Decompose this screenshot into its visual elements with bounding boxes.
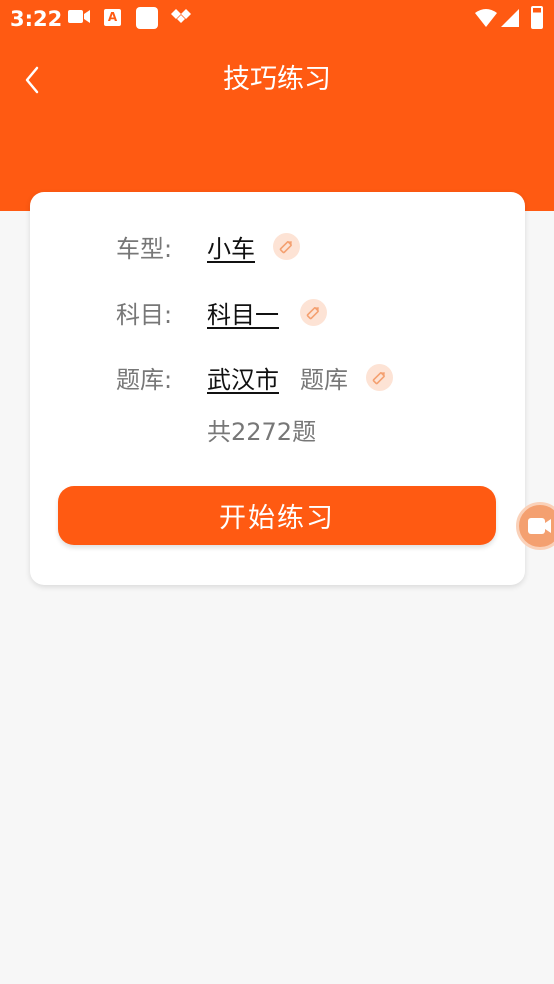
start-practice-button[interactable]: 开始练习 [58, 486, 496, 545]
edit-subject-button[interactable] [300, 298, 327, 326]
status-bar: 3:22 A [0, 0, 554, 38]
signal-icon [501, 9, 519, 27]
bank-suffix: 题库 [300, 365, 348, 394]
subject-row: 科目: 科目一 [30, 294, 525, 330]
subject-value[interactable]: 科目一 [207, 295, 279, 330]
page-title: 技巧练习 [223, 64, 331, 95]
status-time: 3:22 [10, 7, 63, 31]
video-icon [68, 10, 90, 23]
a-letter-icon: A [104, 9, 121, 26]
car-type-label: 车型: [116, 234, 173, 263]
edit-bank-button[interactable] [366, 363, 393, 391]
square-icon [136, 7, 158, 29]
car-type-row: 车型: 小车 [30, 228, 525, 264]
edit-car-type-button[interactable] [273, 232, 300, 260]
diamonds-icon [171, 9, 191, 23]
pencil-icon [306, 306, 319, 319]
question-count: 共2272题 [207, 418, 317, 446]
bank-label: 题库: [116, 365, 173, 394]
practice-card: 车型: 小车 科目: 科目一 题库: 武汉市 题库 共2272题 开始练习 [30, 192, 525, 585]
camera-icon [528, 518, 551, 534]
battery-icon [531, 6, 543, 29]
pencil-icon [372, 371, 385, 384]
car-type-value[interactable]: 小车 [207, 229, 255, 264]
bank-city-value[interactable]: 武汉市 [207, 360, 279, 395]
subject-label: 科目: [116, 300, 173, 329]
wifi-icon [475, 9, 497, 27]
bank-row: 题库: 武汉市 题库 [30, 359, 525, 395]
pencil-icon [279, 240, 292, 253]
